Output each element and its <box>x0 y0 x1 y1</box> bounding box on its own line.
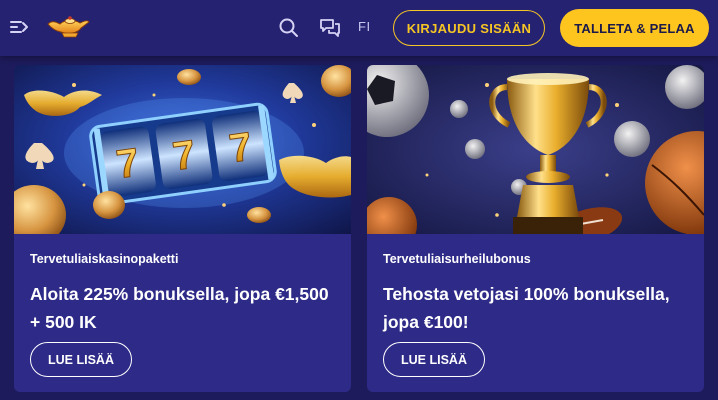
search-icon[interactable] <box>278 17 300 39</box>
trophy-sports-balls-image <box>367 65 704 234</box>
menu-collapse-icon[interactable] <box>8 17 30 37</box>
top-header: FI KIRJAUDU SISÄÄN TALLETA & PELAA <box>0 0 718 56</box>
card-label: Tervetuliaiskasinopaketti <box>30 252 179 266</box>
slot-machine-777-image: 7 7 7 <box>14 65 351 234</box>
page-bottom <box>0 394 718 400</box>
deposit-play-button[interactable]: TALLETA & PELAA <box>560 9 709 47</box>
read-more-button[interactable]: LUE LISÄÄ <box>383 342 485 377</box>
casino-welcome-card[interactable]: 7 7 7 Tervetuliaiskasinopaketti Aloita 2… <box>14 65 351 392</box>
read-more-button[interactable]: LUE LISÄÄ <box>30 342 132 377</box>
language-selector[interactable]: FI <box>358 19 371 37</box>
login-button[interactable]: KIRJAUDU SISÄÄN <box>393 10 545 46</box>
sports-welcome-card[interactable]: Tervetuliaisurheilubonus Tehosta vetojas… <box>367 65 704 392</box>
card-title: Tehosta vetojasi 100% bonuksella, jopa €… <box>383 284 670 332</box>
card-label: Tervetuliaisurheilubonus <box>383 252 531 266</box>
chat-icon[interactable] <box>318 16 342 40</box>
genie-lamp-logo[interactable] <box>46 12 90 40</box>
card-title: Aloita 225% bonuksella, jopa €1,500 + 50… <box>30 284 329 332</box>
